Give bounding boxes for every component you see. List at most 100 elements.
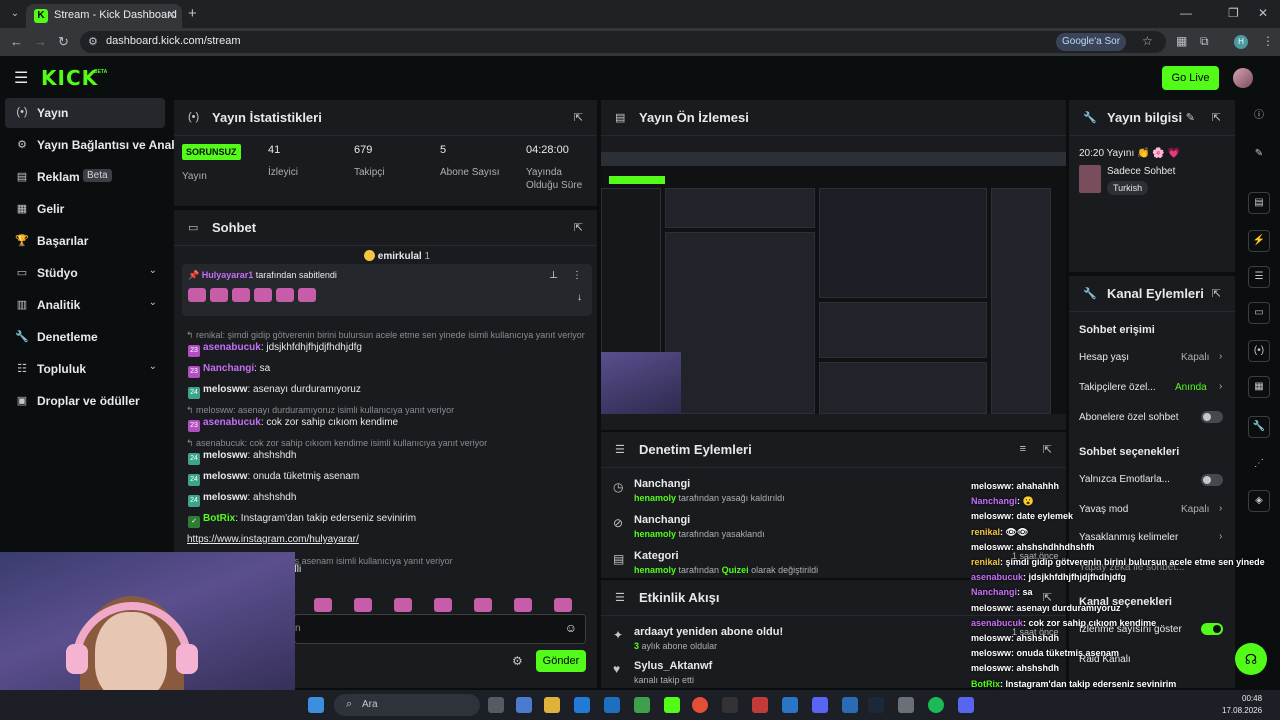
account-age-value[interactable]: Kapalı xyxy=(1181,352,1209,363)
sidebar-item-studio[interactable]: ▭ Stüdyo ⌄ xyxy=(5,258,165,288)
emote[interactable] xyxy=(434,598,452,612)
stats-widget-icon[interactable]: ▤ xyxy=(1248,192,1270,214)
followers-only-value[interactable]: Anında xyxy=(1175,382,1207,393)
chat-username[interactable]: Nanchangi xyxy=(203,363,254,374)
chat-username[interactable]: BotRix xyxy=(203,513,235,524)
sidebar-item-stream-key[interactable]: ⚙ Yayın Bağlantısı ve Anahtarı xyxy=(5,130,197,160)
close-window-button[interactable]: ✕ xyxy=(1258,6,1268,20)
chevron-right-icon[interactable]: › xyxy=(1219,351,1222,362)
emote[interactable] xyxy=(394,598,412,612)
taskbar-search[interactable]: ⌕ Ara xyxy=(334,694,480,716)
chat-username[interactable]: melosww xyxy=(203,492,247,503)
channel-widget-icon[interactable]: ▦ xyxy=(1248,376,1270,398)
emoji-icon[interactable]: ☺ xyxy=(565,621,577,635)
discord-icon[interactable] xyxy=(958,697,974,713)
kick-logo[interactable]: KICK xyxy=(41,66,98,90)
sidebar-item-analytics[interactable]: ▥ Analitik ⌄ xyxy=(5,290,165,320)
menu-kebab-icon[interactable]: ⋮ xyxy=(1262,34,1274,48)
tab-search-button[interactable]: ⌄ xyxy=(6,5,24,23)
sidebar-item-yayin[interactable]: (•) Yayın xyxy=(5,98,165,128)
emote[interactable] xyxy=(554,598,572,612)
emote[interactable] xyxy=(314,598,332,612)
audit-actor[interactable]: henamoly xyxy=(634,529,676,539)
popout-icon[interactable]: ⇱ xyxy=(574,111,583,124)
wrench-widget-icon[interactable]: 🔧 xyxy=(1248,416,1270,438)
chat-username[interactable]: asenabucuk xyxy=(203,342,261,353)
chat-widget-icon[interactable]: ▭ xyxy=(1248,302,1270,324)
send-button[interactable]: Gönder xyxy=(536,650,586,672)
unpin-icon[interactable]: ⊥ xyxy=(549,270,558,281)
chat-username[interactable]: melosww xyxy=(203,384,247,395)
audit-highlight[interactable]: Quizei xyxy=(722,565,749,575)
sidebar-item-ads[interactable]: ▤ Reklam Beta xyxy=(5,162,165,192)
emote[interactable] xyxy=(514,598,532,612)
kick-app-icon[interactable] xyxy=(664,697,680,713)
reply-reference[interactable]: ↰ renikal: şimdi gidip götverenin birini… xyxy=(186,330,585,341)
app-icon[interactable] xyxy=(782,697,798,713)
pinned-menu-icon[interactable]: ⋮ xyxy=(572,270,582,281)
list-widget-icon[interactable]: ☰ xyxy=(1248,266,1270,288)
windows-start-icon[interactable] xyxy=(308,697,324,713)
chevron-right-icon[interactable]: › xyxy=(1219,503,1222,514)
back-icon[interactable]: ← xyxy=(10,34,23,49)
chat-username[interactable]: asenabucuk xyxy=(203,417,261,428)
edit-icon[interactable]: ✎ xyxy=(1186,111,1195,124)
profile-avatar[interactable]: H xyxy=(1234,35,1248,49)
reload-icon[interactable]: ↻ xyxy=(58,34,69,50)
show-viewers-toggle[interactable] xyxy=(1201,623,1223,635)
emote[interactable] xyxy=(474,598,492,612)
puzzle-icon[interactable]: ⧉ xyxy=(1200,34,1209,49)
app-icon[interactable] xyxy=(752,697,768,713)
forward-icon[interactable]: → xyxy=(34,34,47,49)
lightning-icon[interactable]: ⚡ xyxy=(1248,230,1270,252)
audit-actor[interactable]: henamoly xyxy=(634,493,676,503)
edge-icon[interactable] xyxy=(574,697,590,713)
address-bar[interactable]: ⚙ dashboard.kick.com/stream xyxy=(80,31,1166,53)
sidebar-item-drops[interactable]: ▣ Droplar ve ödüller xyxy=(5,386,165,416)
drops-widget-icon[interactable]: ◈ xyxy=(1248,490,1270,512)
slow-mode-value[interactable]: Kapalı xyxy=(1181,504,1209,515)
app-icon[interactable] xyxy=(842,697,858,713)
app-icon[interactable] xyxy=(898,697,914,713)
broadcast-widget-icon[interactable]: (•) xyxy=(1248,340,1270,362)
epic-icon[interactable] xyxy=(722,697,738,713)
stream-preview-video[interactable] xyxy=(601,152,1066,414)
taskbar-clock[interactable]: 00:48 17.08.2026 xyxy=(1222,693,1262,717)
share-icon[interactable]: ⋰ xyxy=(1248,454,1270,476)
site-info-icon[interactable]: ⚙ xyxy=(88,35,98,48)
expand-down-icon[interactable]: ↓ xyxy=(577,292,582,303)
popout-icon[interactable]: ⇱ xyxy=(574,221,583,234)
bookmark-star-icon[interactable]: ☆ xyxy=(1142,34,1153,48)
file-explorer-icon[interactable] xyxy=(544,697,560,713)
maximize-button[interactable]: ❐ xyxy=(1228,6,1239,20)
popout-icon[interactable]: ⇱ xyxy=(1212,111,1221,124)
app-icon[interactable] xyxy=(812,697,828,713)
task-view-icon[interactable] xyxy=(488,697,504,713)
spotify-icon[interactable] xyxy=(928,697,944,713)
popout-icon[interactable]: ⇱ xyxy=(1043,443,1052,456)
chat-link[interactable]: https://www.instagram.com/hulyayarar/ xyxy=(187,534,359,545)
browser-tab[interactable]: K Stream - Kick Dashboard ✕ xyxy=(26,4,182,28)
steam-icon[interactable] xyxy=(868,697,884,713)
go-live-button[interactable]: Go Live xyxy=(1162,66,1219,90)
sidebar-item-revenue[interactable]: ▦ Gelir xyxy=(5,194,165,224)
chrome-icon[interactable] xyxy=(692,697,708,713)
subs-only-toggle[interactable] xyxy=(1201,411,1223,423)
chat-username[interactable]: melosww xyxy=(203,471,247,482)
extension-icon[interactable]: ▦ xyxy=(1176,34,1187,48)
sidebar-item-moderation[interactable]: 🔧 Denetleme xyxy=(5,322,165,352)
reply-reference[interactable]: ↰ melosww: asenayı durduramıyoruz isimli… xyxy=(186,405,454,416)
new-tab-button[interactable]: + xyxy=(188,5,197,22)
reply-reference[interactable]: ↰ asenabucuk: cok zor sahip cıkıom kendi… xyxy=(186,438,487,449)
app-icon[interactable] xyxy=(516,697,532,713)
emotes-only-toggle[interactable] xyxy=(1201,474,1223,486)
chat-settings-icon[interactable]: ⚙ xyxy=(512,654,523,668)
popout-icon[interactable]: ⇱ xyxy=(1212,287,1221,300)
category-name[interactable]: Sadece Sohbet xyxy=(1107,166,1175,177)
chat-input[interactable]: n ☺ xyxy=(294,614,586,644)
outlook-icon[interactable] xyxy=(604,697,620,713)
chevron-right-icon[interactable]: › xyxy=(1219,381,1222,392)
sidebar-item-achievements[interactable]: 🏆 Başarılar xyxy=(5,226,165,256)
minimize-button[interactable]: — xyxy=(1180,6,1192,20)
close-tab-icon[interactable]: ✕ xyxy=(167,8,176,21)
